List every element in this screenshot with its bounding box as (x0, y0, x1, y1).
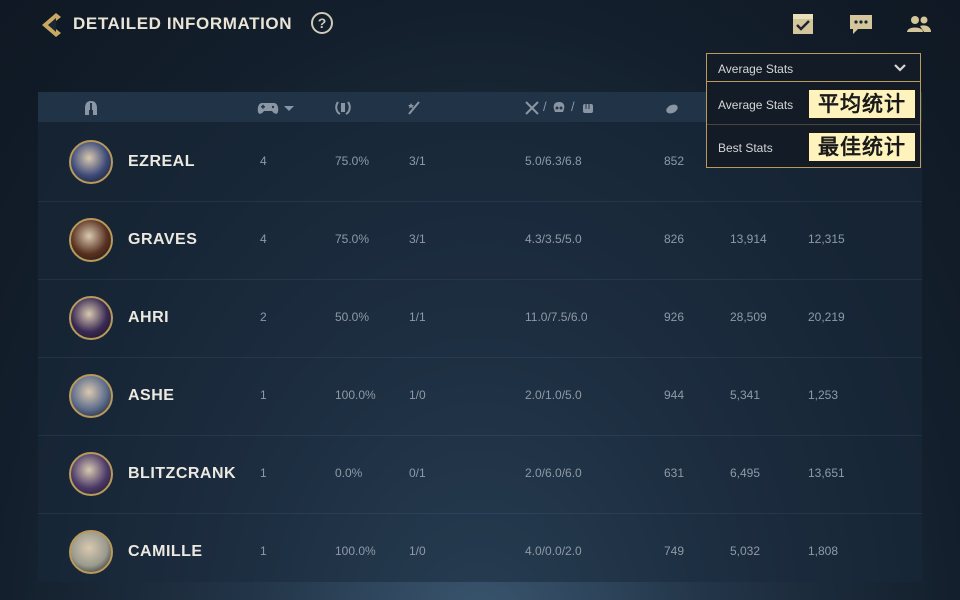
translation-tag: 最佳统计 (807, 131, 917, 163)
cs-cell: 749 (664, 544, 685, 558)
sword-star-icon[interactable] (407, 100, 421, 116)
page-title: DETAILED INFORMATION (73, 14, 293, 33)
champion-avatar[interactable] (69, 140, 113, 184)
games-cell: 4 (260, 154, 267, 168)
damage-taken-cell: 20,219 (808, 310, 845, 324)
help-icon[interactable]: ? (311, 12, 333, 34)
kda-cell: 11.0/7.5/6.0 (525, 310, 588, 324)
top-bar: DETAILED INFORMATION ? (0, 0, 960, 48)
damage-dealt-cell: 6,495 (730, 466, 761, 480)
mvp-cell: 3/1 (409, 154, 426, 168)
skull-icon[interactable] (552, 100, 566, 116)
table-row[interactable]: GRAVES 4 75.0% 3/1 4.3/3.5/5.0 826 13,914 12,31… (38, 201, 922, 279)
damage-taken-cell: 1,253 (808, 388, 839, 402)
chat-icon[interactable] (848, 12, 874, 36)
gamepad-icon[interactable] (257, 100, 279, 116)
games-cell: 1 (260, 544, 267, 558)
sort-down-icon[interactable] (284, 100, 294, 116)
damage-dealt-cell: 28,509 (730, 310, 767, 324)
kda-cell: 2.0/6.0/6.0 (525, 466, 582, 480)
cs-cell: 631 (664, 466, 685, 480)
damage-dealt-cell: 13,914 (730, 232, 767, 246)
winrate-cell: 50.0% (335, 310, 370, 324)
stats-mode-dropdown[interactable]: Average Stats Average Stats 平均统计 Best St… (706, 53, 921, 168)
table-row[interactable]: CAMILLE 1 100.0% 1/0 4.0/0.0/2.0 749 5,032 1,80… (38, 513, 922, 591)
damage-taken-cell: 1,808 (808, 544, 839, 558)
damage-taken-cell: 13,651 (808, 466, 845, 480)
winrate-cell: 100.0% (335, 544, 376, 558)
kda-cell: 5.0/6.3/6.8 (525, 154, 582, 168)
kda-cell: 4.3/3.5/5.0 (525, 232, 582, 246)
mvp-cell: 1/1 (409, 310, 426, 324)
kda-separator: / (543, 99, 547, 114)
crossed-swords-icon[interactable] (524, 100, 540, 116)
friends-icon[interactable] (906, 12, 932, 36)
champion-name: EZREAL (128, 153, 195, 170)
games-cell: 2 (260, 310, 267, 324)
cs-cell: 826 (664, 232, 685, 246)
kda-cell: 2.0/1.0/5.0 (525, 388, 582, 402)
winrate-cell: 100.0% (335, 388, 376, 402)
champion-name: AHRI (128, 309, 170, 326)
dropdown-selected-label: Average Stats (718, 62, 794, 76)
damage-dealt-cell: 5,032 (730, 544, 761, 558)
back-chevron-icon[interactable] (36, 10, 66, 40)
fist-icon[interactable] (581, 100, 595, 116)
chevron-down-icon[interactable] (894, 63, 906, 73)
champion-avatar[interactable] (69, 296, 113, 340)
champion-name: GRAVES (128, 231, 198, 248)
games-cell: 4 (260, 232, 267, 246)
dropdown-divider (707, 124, 920, 125)
cs-cell: 944 (664, 388, 685, 402)
cs-cell: 852 (664, 154, 685, 168)
dropdown-option-average-stats[interactable]: Average Stats 平均统计 (707, 83, 920, 125)
winrate-cell: 0.0% (335, 466, 363, 480)
dropdown-selected[interactable]: Average Stats (707, 54, 920, 82)
minion-icon[interactable] (664, 100, 680, 116)
dropdown-option-best-stats[interactable]: Best Stats 最佳统计 (707, 126, 920, 168)
helmet-icon[interactable] (84, 100, 98, 116)
kda-cell: 4.0/0.0/2.0 (525, 544, 582, 558)
winrate-cell: 75.0% (335, 154, 370, 168)
champion-avatar[interactable] (69, 218, 113, 262)
mvp-cell: 1/0 (409, 388, 426, 402)
table-row[interactable]: AHRI 2 50.0% 1/1 11.0/7.5/6.0 926 28,509 20,219 (38, 279, 922, 357)
champion-name: BLITZCRANK (128, 465, 237, 482)
cs-cell: 926 (664, 310, 685, 324)
champion-avatar[interactable] (69, 374, 113, 418)
mvp-cell: 3/1 (409, 232, 426, 246)
table-row[interactable]: BLITZCRANK 1 0.0% 0/1 2.0/6.0/6.0 631 6,495 13,… (38, 435, 922, 513)
translation-tag: 平均统计 (807, 88, 917, 120)
checklist-icon[interactable] (790, 12, 816, 36)
mvp-cell: 1/0 (409, 544, 426, 558)
games-cell: 1 (260, 388, 267, 402)
champion-name: ASHE (128, 387, 175, 404)
mvp-cell: 0/1 (409, 466, 426, 480)
option-label: Best Stats (718, 141, 773, 155)
damage-dealt-cell: 5,341 (730, 388, 761, 402)
damage-taken-cell: 12,315 (808, 232, 845, 246)
kda-separator: / (571, 99, 575, 114)
option-label: Average Stats (718, 98, 794, 112)
trophy-laurel-icon[interactable] (335, 100, 351, 116)
winrate-cell: 75.0% (335, 232, 370, 246)
champion-avatar[interactable] (69, 452, 113, 496)
games-cell: 1 (260, 466, 267, 480)
champion-name: CAMILLE (128, 543, 203, 560)
champion-avatar[interactable] (69, 530, 113, 574)
table-row[interactable]: ASHE 1 100.0% 1/0 2.0/1.0/5.0 944 5,341 1,253 (38, 357, 922, 435)
